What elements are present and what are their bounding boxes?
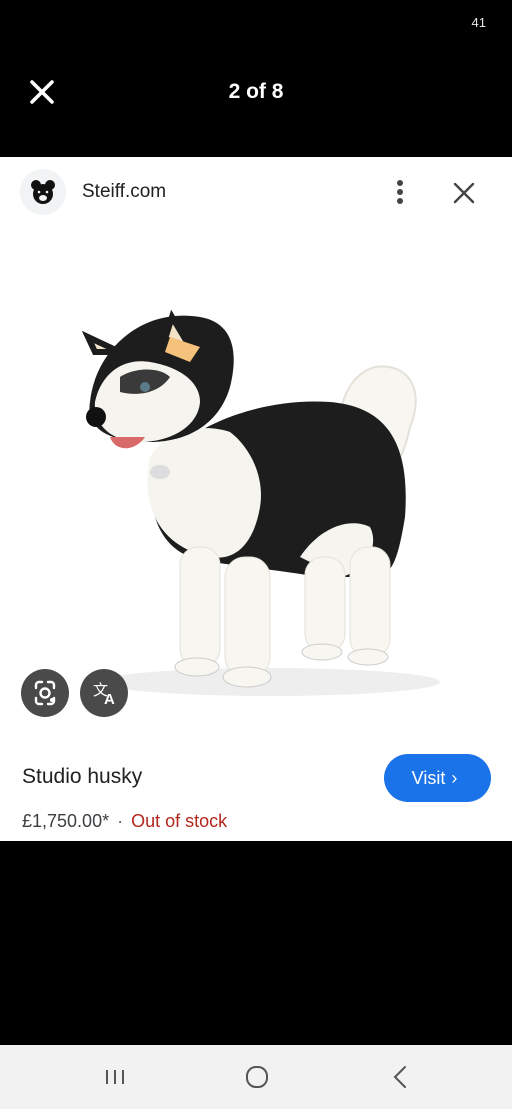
- back-button[interactable]: [386, 1063, 416, 1091]
- close-icon: [453, 182, 475, 204]
- site-favicon: [20, 169, 66, 215]
- lens-button[interactable]: [21, 669, 69, 717]
- chevron-right-icon: ›: [451, 767, 458, 788]
- status-number: 41: [471, 15, 486, 30]
- translate-button[interactable]: 文 A: [80, 669, 128, 717]
- visit-button[interactable]: Visit ›: [384, 754, 491, 802]
- visit-label: Visit: [411, 767, 446, 788]
- source-row: Steiff.com: [0, 157, 512, 227]
- product-title[interactable]: Studio husky: [22, 765, 142, 789]
- site-name[interactable]: Steiff.com: [82, 181, 166, 203]
- more-vert-icon: [397, 180, 403, 204]
- recents-icon: [106, 1070, 124, 1084]
- home-icon: [246, 1066, 268, 1088]
- husky-plush-image: [81, 309, 440, 696]
- teddy-bear-icon: [31, 180, 55, 204]
- result-card: Steiff.com 文 A Studio husky £1,750.00* ·…: [0, 157, 512, 841]
- separator-dot: ·: [117, 811, 124, 831]
- product-image[interactable]: [0, 227, 512, 727]
- image-counter: 2 of 8: [228, 80, 284, 103]
- translate-icon: 文 A: [93, 682, 115, 708]
- price-row: £1,750.00* · Out of stock: [22, 811, 227, 832]
- home-button[interactable]: [242, 1063, 272, 1091]
- viewer-top-bar: 2 of 8: [0, 50, 512, 136]
- stock-status: Out of stock: [131, 811, 228, 831]
- lens-icon: [34, 680, 56, 706]
- product-price: £1,750.00*: [22, 811, 110, 831]
- svg-text:A: A: [104, 691, 115, 708]
- status-bar: 41: [0, 0, 512, 50]
- system-nav-bar: [0, 1045, 512, 1109]
- back-icon: [393, 1066, 406, 1088]
- more-options-button[interactable]: [388, 175, 412, 209]
- recents-button[interactable]: [100, 1063, 130, 1091]
- close-card-button[interactable]: [448, 177, 480, 209]
